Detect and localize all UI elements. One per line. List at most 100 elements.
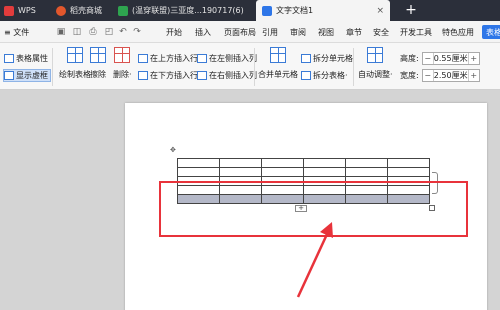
insert-column-left-label: 在左侧插入列	[209, 54, 257, 63]
menu-page-layout[interactable]: 页面布局	[224, 21, 256, 43]
ribbon-divider	[353, 48, 354, 86]
split-table-icon	[301, 71, 311, 80]
column-width-decrease-button[interactable]: −	[423, 71, 433, 80]
menu-insert[interactable]: 插入	[195, 21, 211, 43]
table-cell[interactable]	[261, 158, 304, 168]
tab-document[interactable]: 文字文档1 ×	[256, 0, 390, 21]
delete-table-icon	[114, 47, 131, 63]
menu-chapter[interactable]: 章节	[346, 21, 362, 43]
merge-cells-icon	[270, 47, 286, 63]
insert-column-right-label: 在右侧插入列	[209, 71, 257, 80]
table-cell[interactable]	[261, 167, 304, 177]
table-cell[interactable]	[345, 158, 388, 168]
table-properties-icon	[4, 54, 14, 63]
print-icon[interactable]: ⎙	[88, 27, 98, 37]
split-cells-button[interactable]: 拆分单元格	[301, 52, 353, 65]
print-preview-icon[interactable]: ◰	[104, 27, 114, 37]
eraser-icon	[90, 47, 106, 63]
ribbon-divider	[254, 48, 255, 86]
row-height-increase-button[interactable]: +	[469, 54, 479, 63]
row-height-input[interactable]: 0.55厘米	[432, 53, 469, 64]
tab-wps-label: WPS	[18, 6, 36, 15]
ribbon-divider	[52, 48, 53, 86]
annotation-highlight-box	[159, 181, 468, 237]
merge-cells-button[interactable]: 合并单元格	[258, 47, 298, 80]
insert-column-right-button[interactable]: 在右侧插入列	[197, 69, 257, 82]
redo-icon[interactable]: ↷	[132, 27, 142, 37]
menu-start[interactable]: 开始	[166, 21, 182, 43]
row-height-control: 高度: − 0.55厘米 +	[400, 52, 480, 65]
column-width-label: 宽度:	[400, 71, 419, 80]
table-ribbon: 表格属性 显示虚框 绘制表格 擦除 删除· 在上方插入行 在下方插入行 在左侧插…	[0, 43, 500, 90]
tab-spreadsheet[interactable]: (温穿联盟)三亚度...190717(6)	[112, 0, 254, 21]
table-cell[interactable]	[219, 167, 262, 177]
draw-table-icon	[67, 47, 83, 63]
insert-column-right-icon	[197, 71, 207, 80]
tab-spreadsheet-label: (温穿联盟)三亚度...190717(6)	[132, 6, 244, 15]
split-table-label: 拆分表格·	[313, 71, 348, 80]
split-cells-label: 拆分单元格	[313, 54, 353, 63]
column-width-increase-button[interactable]: +	[469, 71, 479, 80]
insert-row-above-label: 在上方插入行	[150, 54, 198, 63]
row-height-label: 高度:	[400, 54, 419, 63]
menu-file[interactable]: ≡ 文件	[4, 21, 29, 43]
tab-daoke-label: 稻壳商城	[70, 6, 102, 15]
gridlines-icon	[4, 71, 14, 80]
title-bar: WPS 稻壳商城 (温穿联盟)三亚度...190717(6) 文字文档1 × +	[0, 0, 500, 21]
tab-wps[interactable]: WPS	[0, 0, 50, 21]
column-width-control: 宽度: − 2.50厘米 +	[400, 69, 480, 82]
wps-logo-icon	[4, 5, 14, 16]
menu-table[interactable]: 表格	[482, 25, 500, 39]
insert-row-above-button[interactable]: 在上方插入行	[138, 52, 198, 65]
column-width-input[interactable]: 2.50厘米	[432, 70, 469, 81]
delete-button[interactable]: 删除·	[113, 47, 132, 80]
tab-daoke-store[interactable]: 稻壳商城	[50, 0, 110, 21]
insert-row-below-icon	[138, 71, 148, 80]
document-icon	[262, 5, 272, 16]
menu-dev-tools[interactable]: 开发工具	[400, 21, 432, 43]
table-cell[interactable]	[177, 167, 220, 177]
table-cell[interactable]	[303, 167, 346, 177]
export-pdf-icon[interactable]: ◫	[72, 27, 82, 37]
row-height-stepper: − 0.55厘米 +	[421, 52, 480, 65]
menu-security[interactable]: 安全	[373, 21, 389, 43]
table-cell[interactable]	[345, 167, 388, 177]
daoke-store-icon	[56, 5, 66, 16]
table-properties-button[interactable]: 表格属性	[4, 52, 48, 65]
insert-row-above-icon	[138, 54, 148, 63]
menu-bar: ≡ 文件 ▣ ◫ ⎙ ◰ ↶ ↷ 开始 插入 页面布局 引用 审阅 视图 章节 …	[0, 21, 500, 43]
insert-row-below-label: 在下方插入行	[150, 71, 198, 80]
spreadsheet-icon	[118, 5, 128, 16]
table-row	[177, 158, 430, 168]
row-height-decrease-button[interactable]: −	[423, 54, 433, 63]
table-cell[interactable]	[219, 158, 262, 168]
column-width-stepper: − 2.50厘米 +	[421, 69, 480, 82]
undo-icon[interactable]: ↶	[118, 27, 128, 37]
table-move-handle-icon[interactable]: ✥	[170, 147, 177, 154]
insert-column-left-button[interactable]: 在左侧插入列	[197, 52, 257, 65]
save-icon[interactable]: ▣	[56, 27, 66, 37]
insert-column-left-icon	[197, 54, 207, 63]
table-cell[interactable]	[177, 158, 220, 168]
tab-document-label: 文字文档1	[276, 6, 314, 15]
auto-adjust-button[interactable]: 自动调整·	[358, 47, 393, 80]
table-cell[interactable]	[387, 167, 430, 177]
close-tab-icon[interactable]: ×	[376, 6, 384, 16]
insert-row-below-button[interactable]: 在下方插入行	[138, 69, 198, 82]
table-cell[interactable]	[303, 158, 346, 168]
draw-table-label: 绘制表格	[59, 70, 91, 79]
split-cells-icon	[301, 54, 311, 63]
menu-features[interactable]: 特色应用	[442, 21, 474, 43]
show-gridlines-label: 显示虚框	[16, 71, 48, 80]
new-tab-button[interactable]: +	[404, 3, 418, 17]
table-cell[interactable]	[387, 158, 430, 168]
split-table-button[interactable]: 拆分表格·	[301, 69, 348, 82]
draw-table-button[interactable]: 绘制表格	[59, 47, 91, 80]
menu-view[interactable]: 视图	[318, 21, 334, 43]
menu-references[interactable]: 引用	[262, 21, 278, 43]
erase-button[interactable]: 擦除	[90, 47, 106, 80]
erase-label: 擦除	[90, 70, 106, 79]
show-gridlines-toggle[interactable]: 显示虚框	[3, 69, 51, 82]
table-properties-label: 表格属性	[16, 54, 48, 63]
menu-review[interactable]: 审阅	[290, 21, 306, 43]
